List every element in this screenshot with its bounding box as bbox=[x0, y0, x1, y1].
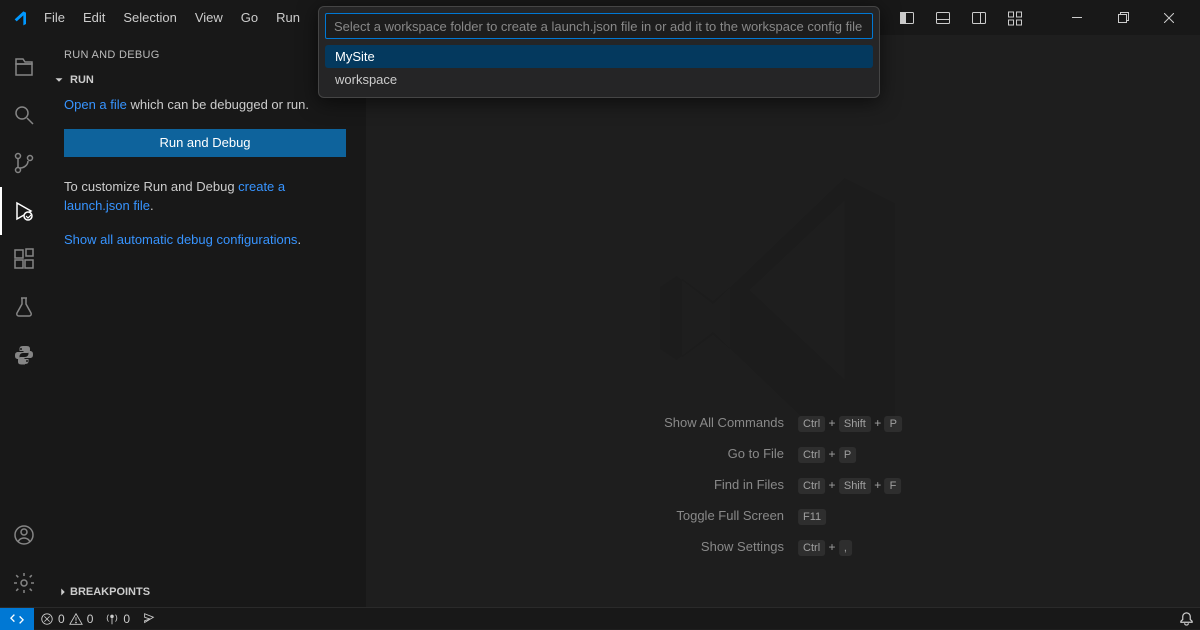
error-count: 0 bbox=[58, 612, 65, 626]
status-problems[interactable]: 0 0 bbox=[34, 608, 99, 629]
bell-icon bbox=[1179, 611, 1194, 626]
warning-count: 0 bbox=[87, 612, 94, 626]
toggle-panel-icon[interactable] bbox=[926, 4, 960, 32]
open-file-link[interactable]: Open a file bbox=[64, 97, 127, 112]
status-live-share[interactable] bbox=[136, 608, 162, 629]
quick-input-item[interactable]: MySite bbox=[325, 45, 873, 68]
hint-show-all-commands-label: Show All Commands bbox=[664, 415, 784, 430]
window-restore-button[interactable] bbox=[1100, 0, 1146, 35]
vscode-watermark-icon bbox=[643, 150, 923, 430]
menu-go[interactable]: Go bbox=[233, 6, 266, 29]
editor-area: Show All Commands Ctrl + Shift + P Go to… bbox=[366, 35, 1200, 607]
quick-input: MySite workspace bbox=[318, 6, 880, 98]
hint-go-to-file-label: Go to File bbox=[664, 446, 784, 461]
show-all-configs: Show all automatic debug configurations. bbox=[64, 230, 350, 250]
run-and-debug-button[interactable]: Run and Debug bbox=[64, 129, 346, 157]
hint-toggle-full-screen-label: Toggle Full Screen bbox=[664, 508, 784, 523]
activity-extensions[interactable] bbox=[0, 235, 48, 283]
open-file-text: Open a file which can be debugged or run… bbox=[64, 95, 350, 115]
ports-count: 0 bbox=[123, 612, 130, 626]
menu-edit[interactable]: Edit bbox=[75, 6, 113, 29]
run-section-label: RUN bbox=[70, 74, 94, 86]
toggle-secondary-sidebar-icon[interactable] bbox=[962, 4, 996, 32]
activity-settings[interactable] bbox=[0, 559, 48, 607]
breakpoints-label: BREAKPOINTS bbox=[70, 586, 150, 598]
hint-find-in-files-keys: Ctrl + Shift + F bbox=[798, 478, 902, 492]
quick-input-field[interactable] bbox=[325, 13, 873, 39]
activity-testing[interactable] bbox=[0, 283, 48, 331]
error-icon bbox=[40, 612, 54, 626]
hint-go-to-file-keys: Ctrl + P bbox=[798, 447, 902, 461]
activity-run-debug[interactable] bbox=[0, 187, 48, 235]
activity-accounts[interactable] bbox=[0, 511, 48, 559]
hint-show-settings-label: Show Settings bbox=[664, 539, 784, 554]
chevron-right-icon bbox=[56, 585, 70, 599]
menu-file[interactable]: File bbox=[36, 6, 73, 29]
breakpoints-section-header[interactable]: BREAKPOINTS bbox=[52, 583, 154, 601]
customize-layout-icon[interactable] bbox=[998, 4, 1032, 32]
status-notifications[interactable] bbox=[1173, 608, 1200, 629]
quick-input-list: MySite workspace bbox=[325, 45, 873, 91]
window-minimize-button[interactable] bbox=[1054, 0, 1100, 35]
hint-find-in-files-label: Find in Files bbox=[664, 477, 784, 492]
activity-bar bbox=[0, 35, 48, 607]
status-ports[interactable]: 0 bbox=[99, 608, 136, 629]
hint-show-all-commands-keys: Ctrl + Shift + P bbox=[798, 416, 902, 430]
chevron-down-icon bbox=[52, 73, 66, 87]
activity-source-control[interactable] bbox=[0, 139, 48, 187]
quick-input-item[interactable]: workspace bbox=[325, 68, 873, 91]
activity-search[interactable] bbox=[0, 91, 48, 139]
broadcast-icon bbox=[142, 612, 156, 626]
menu-run[interactable]: Run bbox=[268, 6, 308, 29]
hint-show-settings-keys: Ctrl + , bbox=[798, 540, 902, 554]
activity-explorer[interactable] bbox=[0, 43, 48, 91]
customize-text: To customize Run and Debug create a laun… bbox=[64, 177, 350, 216]
toggle-primary-sidebar-icon[interactable] bbox=[890, 4, 924, 32]
remote-indicator[interactable] bbox=[0, 608, 34, 630]
window-close-button[interactable] bbox=[1146, 0, 1192, 35]
statusbar: 0 0 0 bbox=[0, 607, 1200, 629]
menu-view[interactable]: View bbox=[187, 6, 231, 29]
antenna-icon bbox=[105, 612, 119, 626]
warning-icon bbox=[69, 612, 83, 626]
welcome-hints: Show All Commands Ctrl + Shift + P Go to… bbox=[664, 415, 902, 554]
hint-toggle-full-screen-keys: F11 bbox=[798, 509, 902, 523]
activity-python[interactable] bbox=[0, 331, 48, 379]
sidebar: RUN AND DEBUG RUN Open a file which can … bbox=[48, 35, 366, 607]
menu-selection[interactable]: Selection bbox=[115, 6, 184, 29]
vscode-logo-icon bbox=[12, 10, 28, 26]
menubar: File Edit Selection View Go Run ··· bbox=[36, 6, 342, 29]
show-all-configs-link[interactable]: Show all automatic debug configurations bbox=[64, 232, 297, 247]
